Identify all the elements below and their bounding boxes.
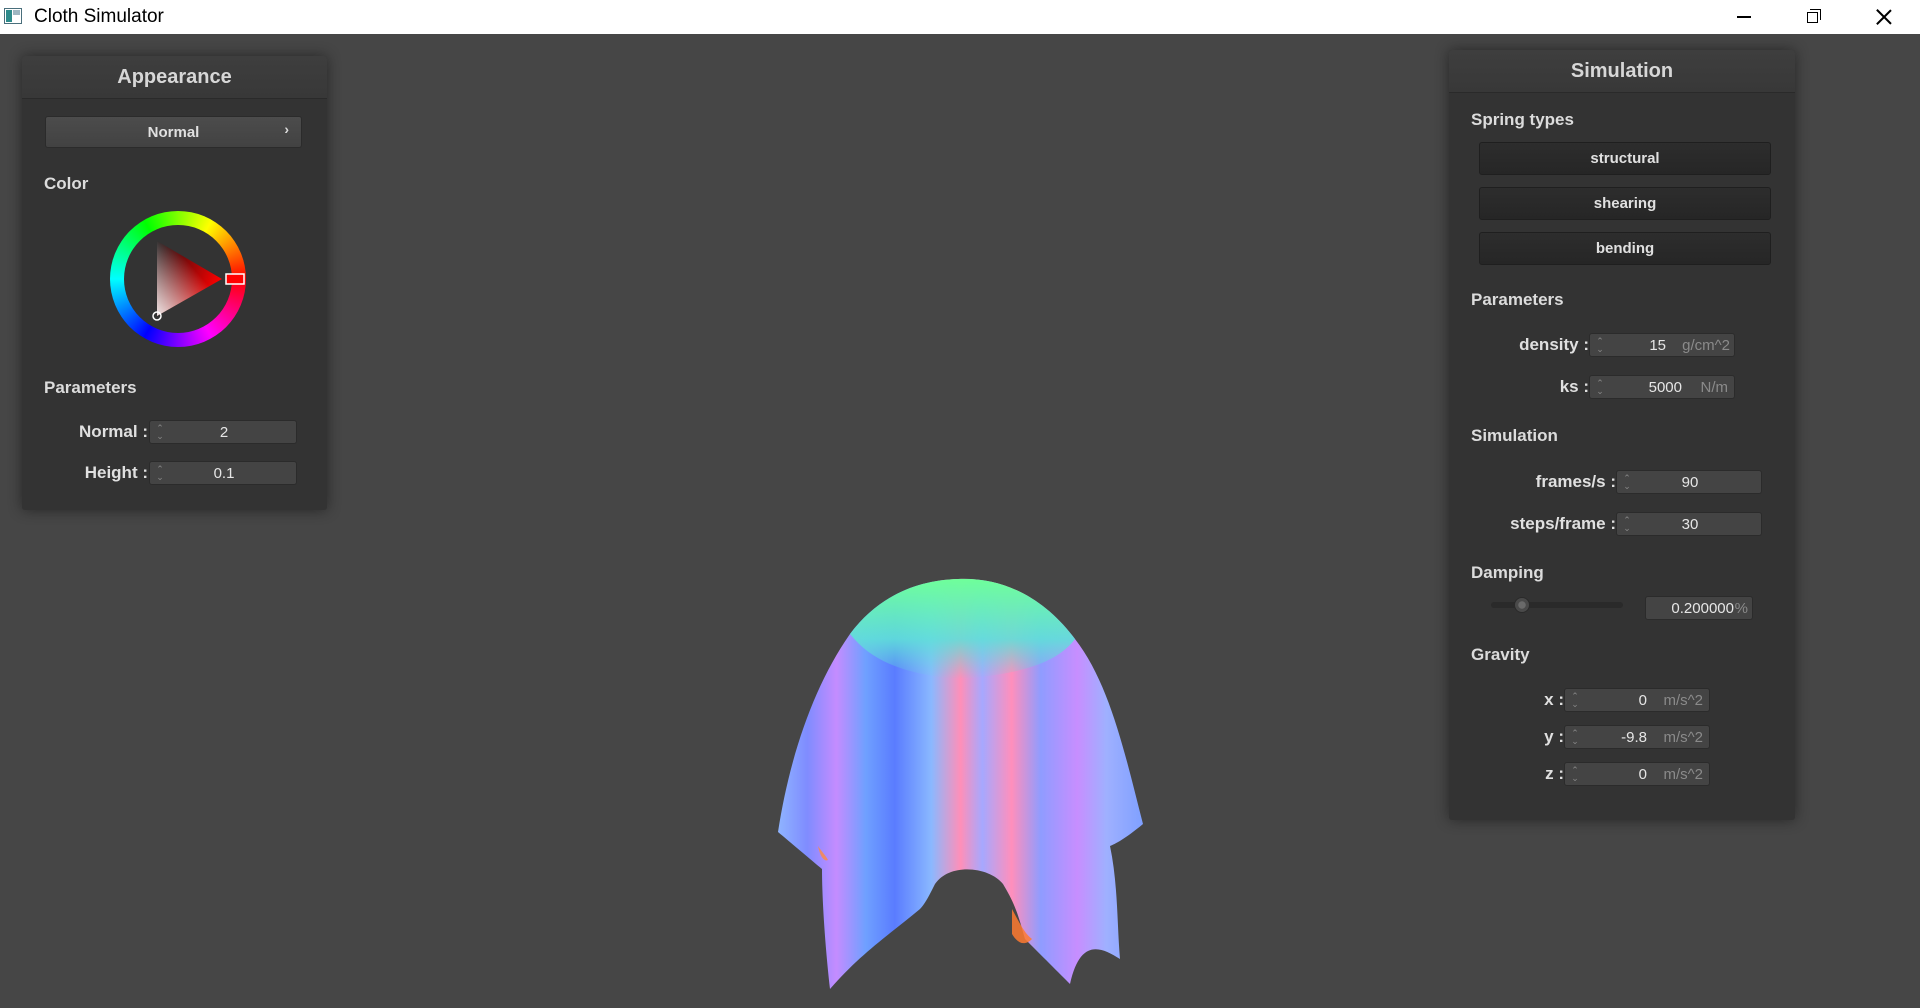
- shader-select[interactable]: Normal ›: [45, 116, 302, 148]
- gravity-z-label: z :: [1545, 764, 1564, 783]
- spin-icon[interactable]: ⌃ ⌄: [1570, 692, 1580, 710]
- window-title: Cloth Simulator: [34, 6, 164, 27]
- appearance-parameters-label: Parameters: [44, 378, 137, 397]
- normal-value: 2: [219, 424, 229, 441]
- gravity-x-value: 0: [1638, 692, 1647, 709]
- density-label: density :: [1519, 335, 1589, 354]
- spin-icon[interactable]: ⌃ ⌄: [1595, 379, 1605, 397]
- spin-icon[interactable]: ⌃ ⌄: [1595, 337, 1605, 355]
- appearance-panel-title: Appearance: [22, 56, 327, 99]
- app-icon: [4, 8, 22, 24]
- shader-select-value: Normal: [147, 123, 200, 141]
- gravity-x-label: x :: [1544, 690, 1564, 709]
- fps-input[interactable]: ⌃ ⌄ 90: [1616, 470, 1762, 494]
- damping-label: Damping: [1471, 563, 1544, 582]
- gravity-y-input[interactable]: ⌃ ⌄ -9.8 m/s^2: [1564, 725, 1710, 749]
- steps-value: 30: [1681, 516, 1699, 533]
- slider-track: [1491, 602, 1623, 608]
- density-input[interactable]: ⌃ ⌄ 15 g/cm^2: [1589, 333, 1735, 357]
- chevron-right-icon: ›: [284, 121, 289, 137]
- title-bar: Cloth Simulator: [0, 0, 1920, 34]
- close-icon: [1876, 9, 1892, 25]
- damping-input[interactable]: 0.200000 %: [1645, 596, 1753, 620]
- gravity-x-input[interactable]: ⌃ ⌄ 0 m/s^2: [1564, 688, 1710, 712]
- saturation-triangle[interactable]: [110, 211, 246, 347]
- color-wheel[interactable]: [110, 211, 246, 347]
- normal-input[interactable]: ⌃ ⌄ 2: [149, 420, 297, 444]
- minimize-button[interactable]: [1710, 0, 1778, 34]
- height-input[interactable]: ⌃ ⌄ 0.1: [149, 461, 297, 485]
- ks-input[interactable]: ⌃ ⌄ 5000 N/m: [1589, 375, 1735, 399]
- damping-unit: %: [1734, 600, 1748, 617]
- ks-label: ks :: [1559, 377, 1589, 396]
- normal-label: Normal :: [79, 422, 148, 441]
- appearance-panel: Appearance Normal › Color Parameters Nor…: [22, 56, 327, 510]
- slider-handle[interactable]: [1514, 597, 1530, 613]
- gravity-z-value: 0: [1638, 766, 1647, 783]
- gravity-z-unit: m/s^2: [1663, 766, 1703, 783]
- spin-icon[interactable]: ⌃ ⌄: [1570, 729, 1580, 747]
- simulation-panel-title: Simulation: [1449, 50, 1795, 93]
- fps-label: frames/s :: [1535, 472, 1616, 491]
- density-unit: g/cm^2: [1682, 337, 1730, 354]
- steps-input[interactable]: ⌃ ⌄ 30: [1616, 512, 1762, 536]
- maximize-button[interactable]: [1778, 0, 1846, 34]
- steps-label: steps/frame :: [1510, 514, 1616, 533]
- damping-slider[interactable]: [1491, 597, 1623, 613]
- ks-unit: N/m: [1700, 379, 1729, 396]
- damping-value: 0.200000: [1671, 600, 1734, 617]
- density-value: 15: [1649, 337, 1666, 354]
- gravity-x-unit: m/s^2: [1663, 692, 1703, 709]
- fps-value: 90: [1681, 474, 1699, 491]
- hue-marker[interactable]: [225, 273, 245, 285]
- gravity-y-unit: m/s^2: [1663, 729, 1703, 746]
- minimize-icon: [1737, 16, 1751, 18]
- simulation-section-label: Simulation: [1471, 426, 1558, 445]
- gravity-label: Gravity: [1471, 645, 1530, 664]
- shearing-spring-toggle[interactable]: shearing: [1479, 187, 1771, 220]
- simulation-parameters-label: Parameters: [1471, 290, 1564, 309]
- simulation-panel: Simulation Spring types structural shear…: [1449, 50, 1795, 820]
- bending-spring-toggle[interactable]: bending: [1479, 232, 1771, 265]
- color-section-label: Color: [44, 174, 89, 193]
- spin-icon[interactable]: ⌃ ⌄: [1570, 766, 1580, 784]
- structural-spring-toggle[interactable]: structural: [1479, 142, 1771, 175]
- maximize-icon: [1806, 8, 1821, 23]
- close-button[interactable]: [1850, 0, 1918, 34]
- gravity-z-input[interactable]: ⌃ ⌄ 0 m/s^2: [1564, 762, 1710, 786]
- gravity-y-value: -9.8: [1621, 729, 1647, 746]
- height-value: 0.1: [213, 465, 235, 482]
- spring-types-label: Spring types: [1471, 110, 1574, 129]
- height-label: Height :: [84, 463, 148, 482]
- gravity-y-label: y :: [1544, 727, 1564, 746]
- ks-value: 5000: [1648, 379, 1682, 396]
